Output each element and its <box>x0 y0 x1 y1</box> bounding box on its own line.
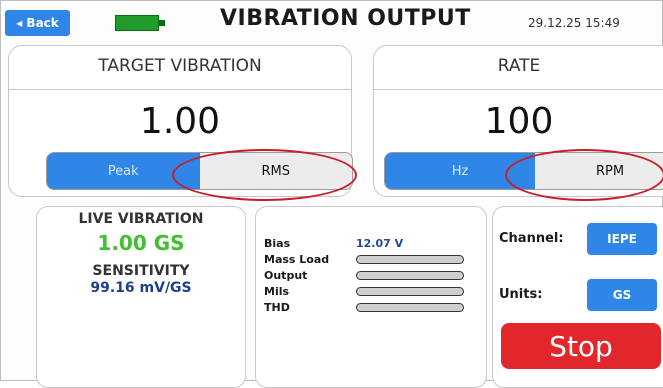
sensitivity-value: 99.16 mV/GS <box>90 280 192 296</box>
stop-button[interactable]: Stop <box>501 323 661 369</box>
live-vibration-label: LIVE VIBRATION <box>78 211 204 227</box>
bias-value: 12.07 V <box>356 237 404 250</box>
live-vibration-value: 1.00 GS <box>97 231 185 255</box>
datetime: 29.12.25 15:49 <box>528 16 620 30</box>
measurements-panel: Bias 12.07 V Mass Load Output Mils THD <box>255 206 487 388</box>
target-vibration-value[interactable]: 1.00 <box>9 101 351 142</box>
thd-label: THD <box>264 301 290 314</box>
battery-icon <box>115 15 165 31</box>
channel-button[interactable]: IEPE <box>587 223 657 255</box>
units-button[interactable]: GS <box>587 279 657 311</box>
controls-panel: Channel: IEPE Units: GS Stop <box>492 206 663 388</box>
page-title: VIBRATION OUTPUT <box>220 6 471 31</box>
mils-label: Mils <box>264 285 290 298</box>
thd-bar <box>356 303 464 312</box>
target-vibration-title: TARGET VIBRATION <box>98 56 262 76</box>
rate-value[interactable]: 100 <box>374 101 663 142</box>
output-bar <box>356 271 464 280</box>
sensitivity-label: SENSITIVITY <box>92 263 190 279</box>
output-label: Output <box>264 269 308 282</box>
bias-label: Bias <box>264 237 291 250</box>
rms-highlight-circle <box>172 149 357 201</box>
mass-load-label: Mass Load <box>264 253 330 266</box>
back-button[interactable]: ◂ Back <box>5 10 70 36</box>
rate-title: RATE <box>497 56 541 76</box>
mils-bar <box>356 287 464 296</box>
mass-load-bar <box>356 255 464 264</box>
rpm-highlight-circle <box>505 149 663 201</box>
live-vibration-panel: LIVE VIBRATION 1.00 GS SENSITIVITY 99.16… <box>36 206 246 388</box>
units-label: Units: <box>499 287 543 302</box>
channel-label: Channel: <box>499 231 564 246</box>
